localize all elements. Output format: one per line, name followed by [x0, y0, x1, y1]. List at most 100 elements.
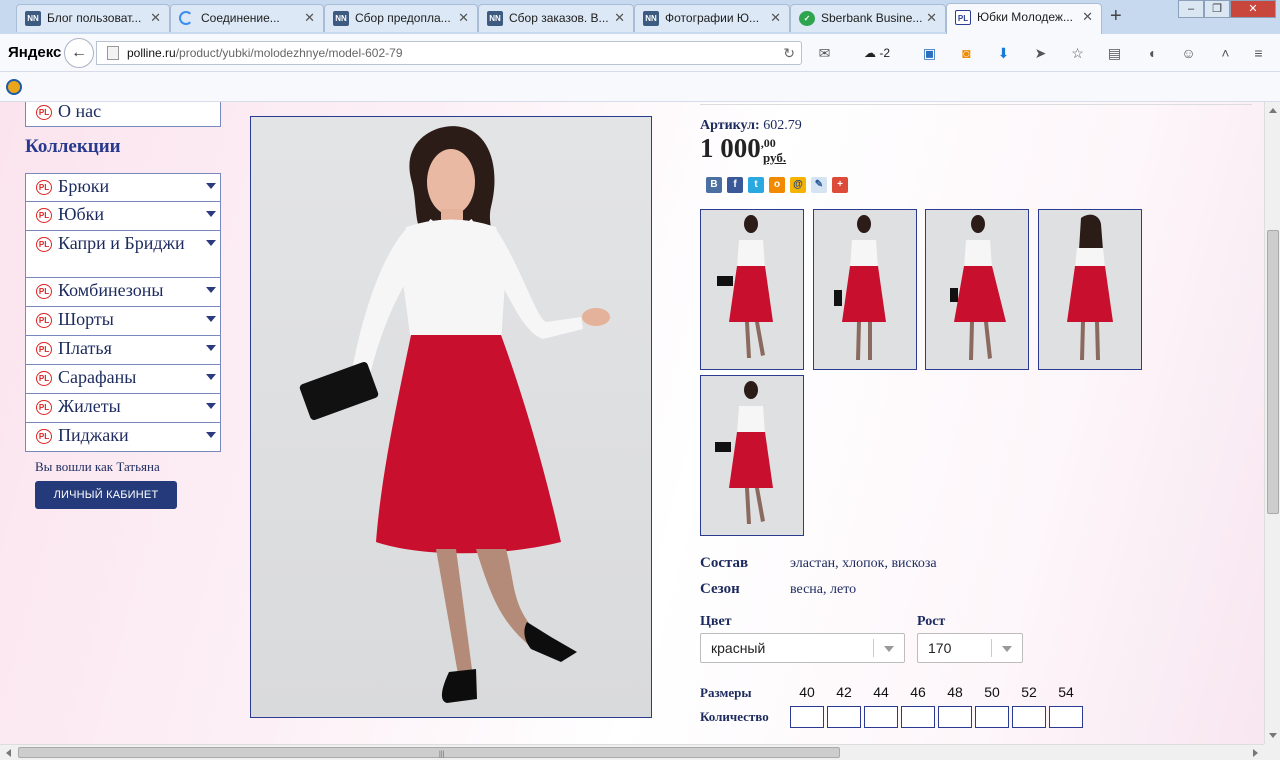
- yandex-logo[interactable]: Яндекс: [8, 44, 61, 61]
- quantity-input[interactable]: [975, 706, 1009, 728]
- extension-icon[interactable]: ▣: [917, 43, 942, 63]
- vertical-scrollbar[interactable]: [1264, 102, 1280, 744]
- download-icon[interactable]: ⬇: [991, 43, 1016, 63]
- odnoklassniki-icon[interactable]: о: [769, 177, 785, 193]
- sidebar-item-collection[interactable]: PL Юбки: [25, 202, 221, 231]
- facebook-icon[interactable]: f: [727, 177, 743, 193]
- page-icon: [107, 46, 119, 60]
- caret-down-icon[interactable]: [206, 211, 216, 217]
- sidebar-item-collection[interactable]: PL Жилеты: [25, 394, 221, 423]
- mailru-icon[interactable]: @: [790, 177, 806, 193]
- loading-icon: [179, 11, 193, 25]
- new-tab-button[interactable]: +: [1110, 4, 1122, 28]
- browser-tab[interactable]: Соединение... ✕: [170, 4, 324, 32]
- browser-tab[interactable]: NN Блог пользоват... ✕: [16, 4, 170, 32]
- sidebar-item-collection[interactable]: PL Брюки: [25, 173, 221, 202]
- vk-icon[interactable]: В: [706, 177, 722, 193]
- pocket-icon[interactable]: ◖: [1139, 43, 1164, 63]
- product-thumbnail[interactable]: [813, 209, 917, 370]
- send-icon[interactable]: ➤: [1028, 43, 1053, 63]
- livejournal-icon[interactable]: ✎: [811, 177, 827, 193]
- sidebar-item-about[interactable]: PL О нас: [25, 102, 221, 127]
- scroll-down-icon[interactable]: [1269, 733, 1277, 738]
- scrollbar-thumb[interactable]: |||: [18, 747, 840, 758]
- sidebar-item-collection[interactable]: PL Комбинезоны: [25, 278, 221, 307]
- caret-down-icon[interactable]: [206, 240, 216, 246]
- tab-close-icon[interactable]: ✕: [770, 5, 781, 31]
- url-host: polline.ru: [127, 46, 176, 60]
- sidebar-item-label: О нас: [58, 102, 102, 121]
- product-thumbnail[interactable]: [700, 375, 804, 536]
- tab-close-icon[interactable]: ✕: [1082, 4, 1093, 30]
- browser-tab[interactable]: NN Сбор предопла... ✕: [324, 4, 478, 32]
- bookmark-star-icon[interactable]: ☆: [1065, 43, 1090, 63]
- address-bar[interactable]: polline.ru/product/yubki/molodezhnye/mod…: [96, 41, 802, 65]
- height-select[interactable]: 170: [917, 633, 1023, 663]
- caret-down-icon[interactable]: [206, 374, 216, 380]
- googleplus-icon[interactable]: +: [832, 177, 848, 193]
- color-select[interactable]: красный: [700, 633, 905, 663]
- sberbank-icon: ✓: [799, 11, 815, 26]
- browser-tab[interactable]: NN Сбор заказов. В... ✕: [478, 4, 634, 32]
- quantity-input[interactable]: [901, 706, 935, 728]
- sidebar-item-collection[interactable]: PL Платья: [25, 336, 221, 365]
- maximize-button[interactable]: ❐: [1204, 0, 1230, 18]
- horizontal-scrollbar[interactable]: |||: [0, 744, 1264, 760]
- back-button[interactable]: ←: [64, 38, 94, 68]
- sidebar-item-collection[interactable]: PL Сарафаны: [25, 365, 221, 394]
- minimize-button[interactable]: –: [1178, 0, 1204, 18]
- size-option: 52: [1021, 684, 1037, 700]
- twitter-icon[interactable]: t: [748, 177, 764, 193]
- sidebar-item-collection[interactable]: PL Пиджаки: [25, 423, 221, 452]
- tab-close-icon[interactable]: ✕: [614, 5, 625, 31]
- caret-down-icon[interactable]: [206, 287, 216, 293]
- personal-cabinet-button[interactable]: ЛИЧНЫЙ КАБИНЕТ: [35, 481, 177, 509]
- mail-icon[interactable]: ✉: [812, 43, 837, 63]
- caret-down-icon[interactable]: [206, 183, 216, 189]
- bookmark-icon[interactable]: [6, 79, 22, 95]
- quantity-input[interactable]: [938, 706, 972, 728]
- tab-title: Сбор заказов. В...: [509, 11, 609, 25]
- sidebar-item-collection[interactable]: PL Шорты: [25, 307, 221, 336]
- reload-icon[interactable]: ↻: [783, 42, 795, 64]
- tab-close-icon[interactable]: ✕: [458, 5, 469, 31]
- scroll-up-icon[interactable]: [1269, 108, 1277, 113]
- quantity-input[interactable]: [864, 706, 898, 728]
- quantity-input[interactable]: [1049, 706, 1083, 728]
- close-window-button[interactable]: ✕: [1230, 0, 1276, 18]
- browser-tab[interactable]: ✓ Sberbank Busine... ✕: [790, 4, 946, 32]
- sidebar-item-collection[interactable]: PL Капри и Бриджи: [25, 231, 221, 278]
- quantity-input[interactable]: [827, 706, 861, 728]
- product-thumbnail[interactable]: [1038, 209, 1142, 370]
- product-thumbnail[interactable]: [700, 209, 804, 370]
- height-label: Рост: [917, 614, 946, 629]
- menu-icon[interactable]: ≡: [1246, 43, 1271, 63]
- chevron-up-icon[interactable]: ˄: [1213, 43, 1238, 63]
- sidebar-item-label: Брюки: [58, 176, 110, 196]
- product-thumbnail[interactable]: [925, 209, 1029, 370]
- scroll-right-icon[interactable]: [1253, 749, 1258, 757]
- smiley-icon[interactable]: ☺: [1176, 43, 1201, 63]
- reading-list-icon[interactable]: ▤: [1102, 43, 1127, 63]
- tab-close-icon[interactable]: ✕: [304, 5, 315, 31]
- polline-bullet-icon: PL: [36, 400, 52, 415]
- quantity-input[interactable]: [790, 706, 824, 728]
- tab-close-icon[interactable]: ✕: [926, 5, 937, 31]
- scrollbar-thumb[interactable]: [1267, 230, 1279, 514]
- caret-down-icon[interactable]: [206, 316, 216, 322]
- browser-tab-active[interactable]: PL Юбки Молодеж... ✕: [946, 3, 1102, 34]
- tab-bar: NN Блог пользоват... ✕ Соединение... ✕ N…: [0, 0, 1280, 34]
- caret-down-icon[interactable]: [206, 403, 216, 409]
- odnoklassniki-ext-icon[interactable]: ◙: [954, 43, 979, 63]
- thumbnail-photo: [926, 210, 1028, 369]
- browser-tab[interactable]: NN Фотографии Ю... ✕: [634, 4, 790, 32]
- size-option: 48: [947, 684, 963, 700]
- weather-widget[interactable]: ☁ -2: [849, 43, 905, 63]
- caret-down-icon[interactable]: [206, 345, 216, 351]
- main-product-photo[interactable]: [250, 116, 652, 718]
- tab-close-icon[interactable]: ✕: [150, 5, 161, 31]
- caret-down-icon[interactable]: [206, 432, 216, 438]
- season-label: Сезон: [700, 581, 740, 597]
- scroll-left-icon[interactable]: [6, 749, 11, 757]
- quantity-input[interactable]: [1012, 706, 1046, 728]
